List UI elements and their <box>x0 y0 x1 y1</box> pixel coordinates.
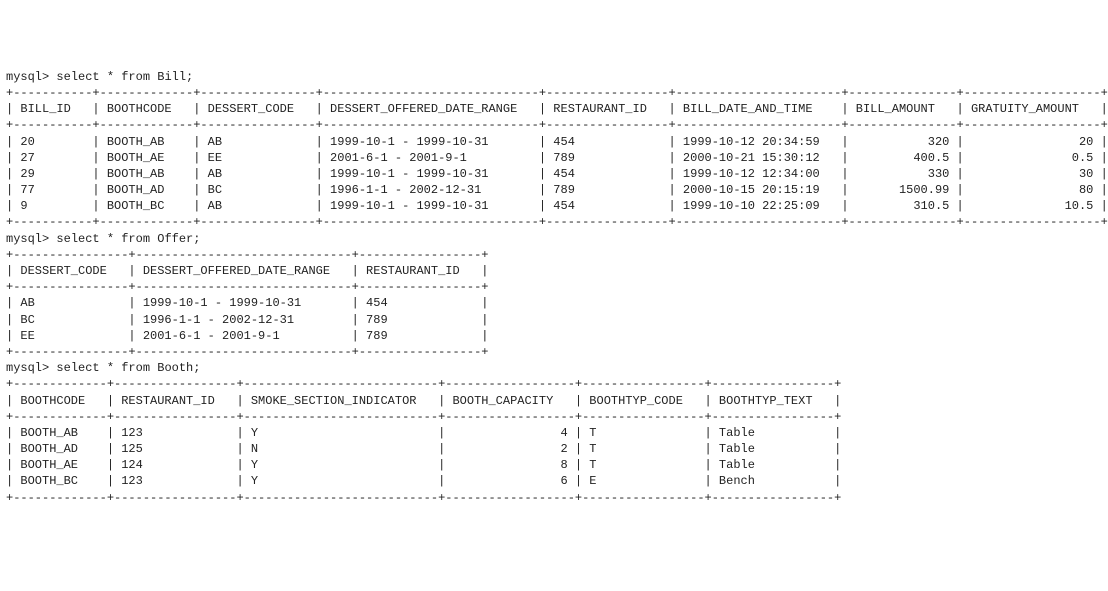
table-row: | 77 | BOOTH_AD | BC | 1996-1-1 - 2002-1… <box>6 182 1102 198</box>
mysql-prompt-line[interactable]: mysql> select * from Bill; <box>6 69 1102 85</box>
table-separator: +-------------+-----------------+-------… <box>6 376 1102 392</box>
table-separator: +----------------+----------------------… <box>6 344 1102 360</box>
mysql-terminal[interactable]: mysql> select * from Bill;+-----------+-… <box>6 69 1102 506</box>
table-row: | BC | 1996-1-1 - 2002-12-31 | 789 | <box>6 312 1102 328</box>
mysql-prompt-line[interactable]: mysql> select * from Booth; <box>6 360 1102 376</box>
table-separator: +----------------+----------------------… <box>6 279 1102 295</box>
table-row: | 27 | BOOTH_AE | EE | 2001-6-1 - 2001-9… <box>6 150 1102 166</box>
table-separator: +-----------+-------------+-------------… <box>6 214 1102 230</box>
table-header-row: | DESSERT_CODE | DESSERT_OFFERED_DATE_RA… <box>6 263 1102 279</box>
sql-statement: select * from Offer; <box>56 232 200 246</box>
table-row: | 29 | BOOTH_AB | AB | 1999-10-1 - 1999-… <box>6 166 1102 182</box>
table-separator: +-------------+-----------------+-------… <box>6 409 1102 425</box>
table-separator: +-----------+-------------+-------------… <box>6 85 1102 101</box>
sql-statement: select * from Booth; <box>56 361 200 375</box>
sql-statement: select * from Bill; <box>56 70 193 84</box>
table-row: | 9 | BOOTH_BC | AB | 1999-10-1 - 1999-1… <box>6 198 1102 214</box>
table-row: | EE | 2001-6-1 - 2001-9-1 | 789 | <box>6 328 1102 344</box>
table-header-row: | BILL_ID | BOOTHCODE | DESSERT_CODE | D… <box>6 101 1102 117</box>
table-row: | BOOTH_AB | 123 | Y | 4 | T | Table | <box>6 425 1102 441</box>
table-row: | BOOTH_BC | 123 | Y | 6 | E | Bench | <box>6 473 1102 489</box>
table-row: | 20 | BOOTH_AB | AB | 1999-10-1 - 1999-… <box>6 134 1102 150</box>
table-header-row: | BOOTHCODE | RESTAURANT_ID | SMOKE_SECT… <box>6 393 1102 409</box>
mysql-prompt: mysql> <box>6 70 56 84</box>
table-row: | AB | 1999-10-1 - 1999-10-31 | 454 | <box>6 295 1102 311</box>
mysql-prompt-line[interactable]: mysql> select * from Offer; <box>6 231 1102 247</box>
table-row: | BOOTH_AD | 125 | N | 2 | T | Table | <box>6 441 1102 457</box>
table-separator: +----------------+----------------------… <box>6 247 1102 263</box>
table-separator: +-----------+-------------+-------------… <box>6 117 1102 133</box>
mysql-prompt: mysql> <box>6 361 56 375</box>
mysql-prompt: mysql> <box>6 232 56 246</box>
table-row: | BOOTH_AE | 124 | Y | 8 | T | Table | <box>6 457 1102 473</box>
table-separator: +-------------+-----------------+-------… <box>6 490 1102 506</box>
